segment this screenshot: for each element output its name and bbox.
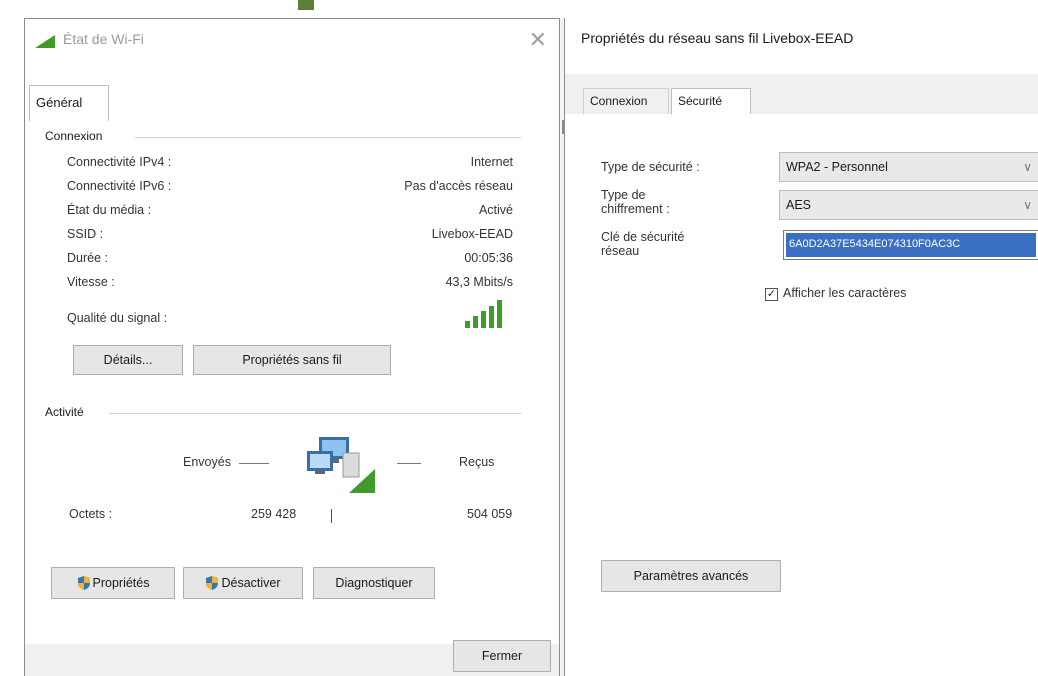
activity-group-label: Activité xyxy=(45,405,90,419)
security-type-label: Type de sécurité : xyxy=(601,160,700,174)
ipv6-label: Connectivité IPv6 : xyxy=(67,179,172,193)
ssid-value: Livebox-EEAD xyxy=(431,227,513,241)
received-line xyxy=(397,463,421,464)
diagnose-button[interactable]: Diagnostiquer xyxy=(313,567,435,599)
wireless-properties-button[interactable]: Propriétés sans fil xyxy=(193,345,391,375)
tab-connection[interactable]: Connexion xyxy=(583,88,669,114)
signal-quality-label: Qualité du signal : xyxy=(67,311,168,325)
close-button[interactable]: Fermer xyxy=(453,640,551,672)
link-tick xyxy=(331,509,332,523)
network-computers-icon xyxy=(307,437,375,493)
security-key-label-line2: réseau xyxy=(601,244,640,258)
received-label: Reçus xyxy=(459,455,495,469)
duration-label: Durée : xyxy=(67,251,108,265)
ipv4-label: Connectivité IPv4 : xyxy=(67,155,172,169)
dialog-footer: Fermer xyxy=(25,640,559,676)
disable-button[interactable]: Désactiver xyxy=(183,567,303,599)
screen: État de Wi-Fi ✕ Général Connexion Connec… xyxy=(0,0,1038,676)
wifi-status-window: État de Wi-Fi ✕ Général Connexion Connec… xyxy=(24,18,560,676)
connection-group-label: Connexion xyxy=(45,129,109,143)
security-type-select[interactable]: WPA2 - Personnel ∨ xyxy=(779,152,1038,182)
properties-button-label: Propriétés xyxy=(92,576,150,590)
window-title: Propriétés du réseau sans fil Livebox-EE… xyxy=(581,30,854,46)
bytes-sent-value: 259 428 xyxy=(251,507,297,521)
disable-button-label: Désactiver xyxy=(221,576,281,590)
group-divider xyxy=(109,413,521,414)
security-type-value: WPA2 - Personnel xyxy=(786,160,888,174)
show-characters-checkbox[interactable]: ✓ xyxy=(765,288,778,301)
sent-line xyxy=(239,463,269,464)
tab-strip: Général xyxy=(25,85,559,122)
security-key-label-line1: Clé de sécurité xyxy=(601,230,685,244)
chevron-down-icon: ∨ xyxy=(1023,160,1032,174)
security-key-value: 6A0D2A37E5434E074310F0AC3C xyxy=(786,233,1036,257)
tab-strip: Connexion Sécurité xyxy=(565,74,1038,115)
security-panel: Type de sécurité : WPA2 - Personnel ∨ Ty… xyxy=(565,114,1038,676)
show-characters-label: Afficher les caractères xyxy=(783,286,907,300)
title-bar: État de Wi-Fi ✕ xyxy=(25,19,559,63)
wifi-signal-icon xyxy=(35,35,55,48)
window-title: État de Wi-Fi xyxy=(63,31,144,47)
media-state-value: Activé xyxy=(478,203,513,217)
sent-label: Envoyés xyxy=(183,455,231,469)
ssid-label: SSID : xyxy=(67,227,104,241)
bytes-received-value: 504 059 xyxy=(467,507,513,521)
encryption-type-label-line1: Type de xyxy=(601,188,646,202)
shield-icon xyxy=(77,576,90,590)
shield-icon xyxy=(206,576,219,590)
security-key-input[interactable]: 6A0D2A37E5434E074310F0AC3C xyxy=(783,230,1038,260)
duration-value: 00:05:36 xyxy=(464,251,513,265)
speed-label: Vitesse : xyxy=(67,275,115,289)
details-button[interactable]: Détails... xyxy=(73,345,183,375)
encryption-type-select[interactable]: AES ∨ xyxy=(779,190,1038,220)
properties-button[interactable]: Propriétés xyxy=(51,567,175,599)
signal-bars-icon xyxy=(465,300,502,328)
taskbar-fragment xyxy=(298,0,314,10)
bytes-label: Octets : xyxy=(69,507,113,521)
close-icon[interactable]: ✕ xyxy=(529,27,547,53)
speed-value: 43,3 Mbits/s xyxy=(445,275,513,289)
ipv4-value: Internet xyxy=(470,155,513,169)
tab-security[interactable]: Sécurité xyxy=(671,88,751,115)
group-divider xyxy=(135,137,521,138)
media-state-label: État du média : xyxy=(67,203,152,217)
general-panel: Connexion Connectivité IPv4 : Internet C… xyxy=(25,121,559,644)
tab-general[interactable]: Général xyxy=(29,85,109,122)
wireless-network-properties-window: Propriétés du réseau sans fil Livebox-EE… xyxy=(564,18,1038,676)
advanced-settings-button[interactable]: Paramètres avancés xyxy=(601,560,781,592)
chevron-down-icon: ∨ xyxy=(1023,198,1032,212)
ipv6-value: Pas d'accès réseau xyxy=(404,179,513,193)
encryption-type-label-line2: chiffrement : xyxy=(601,202,670,216)
encryption-type-value: AES xyxy=(786,198,812,212)
